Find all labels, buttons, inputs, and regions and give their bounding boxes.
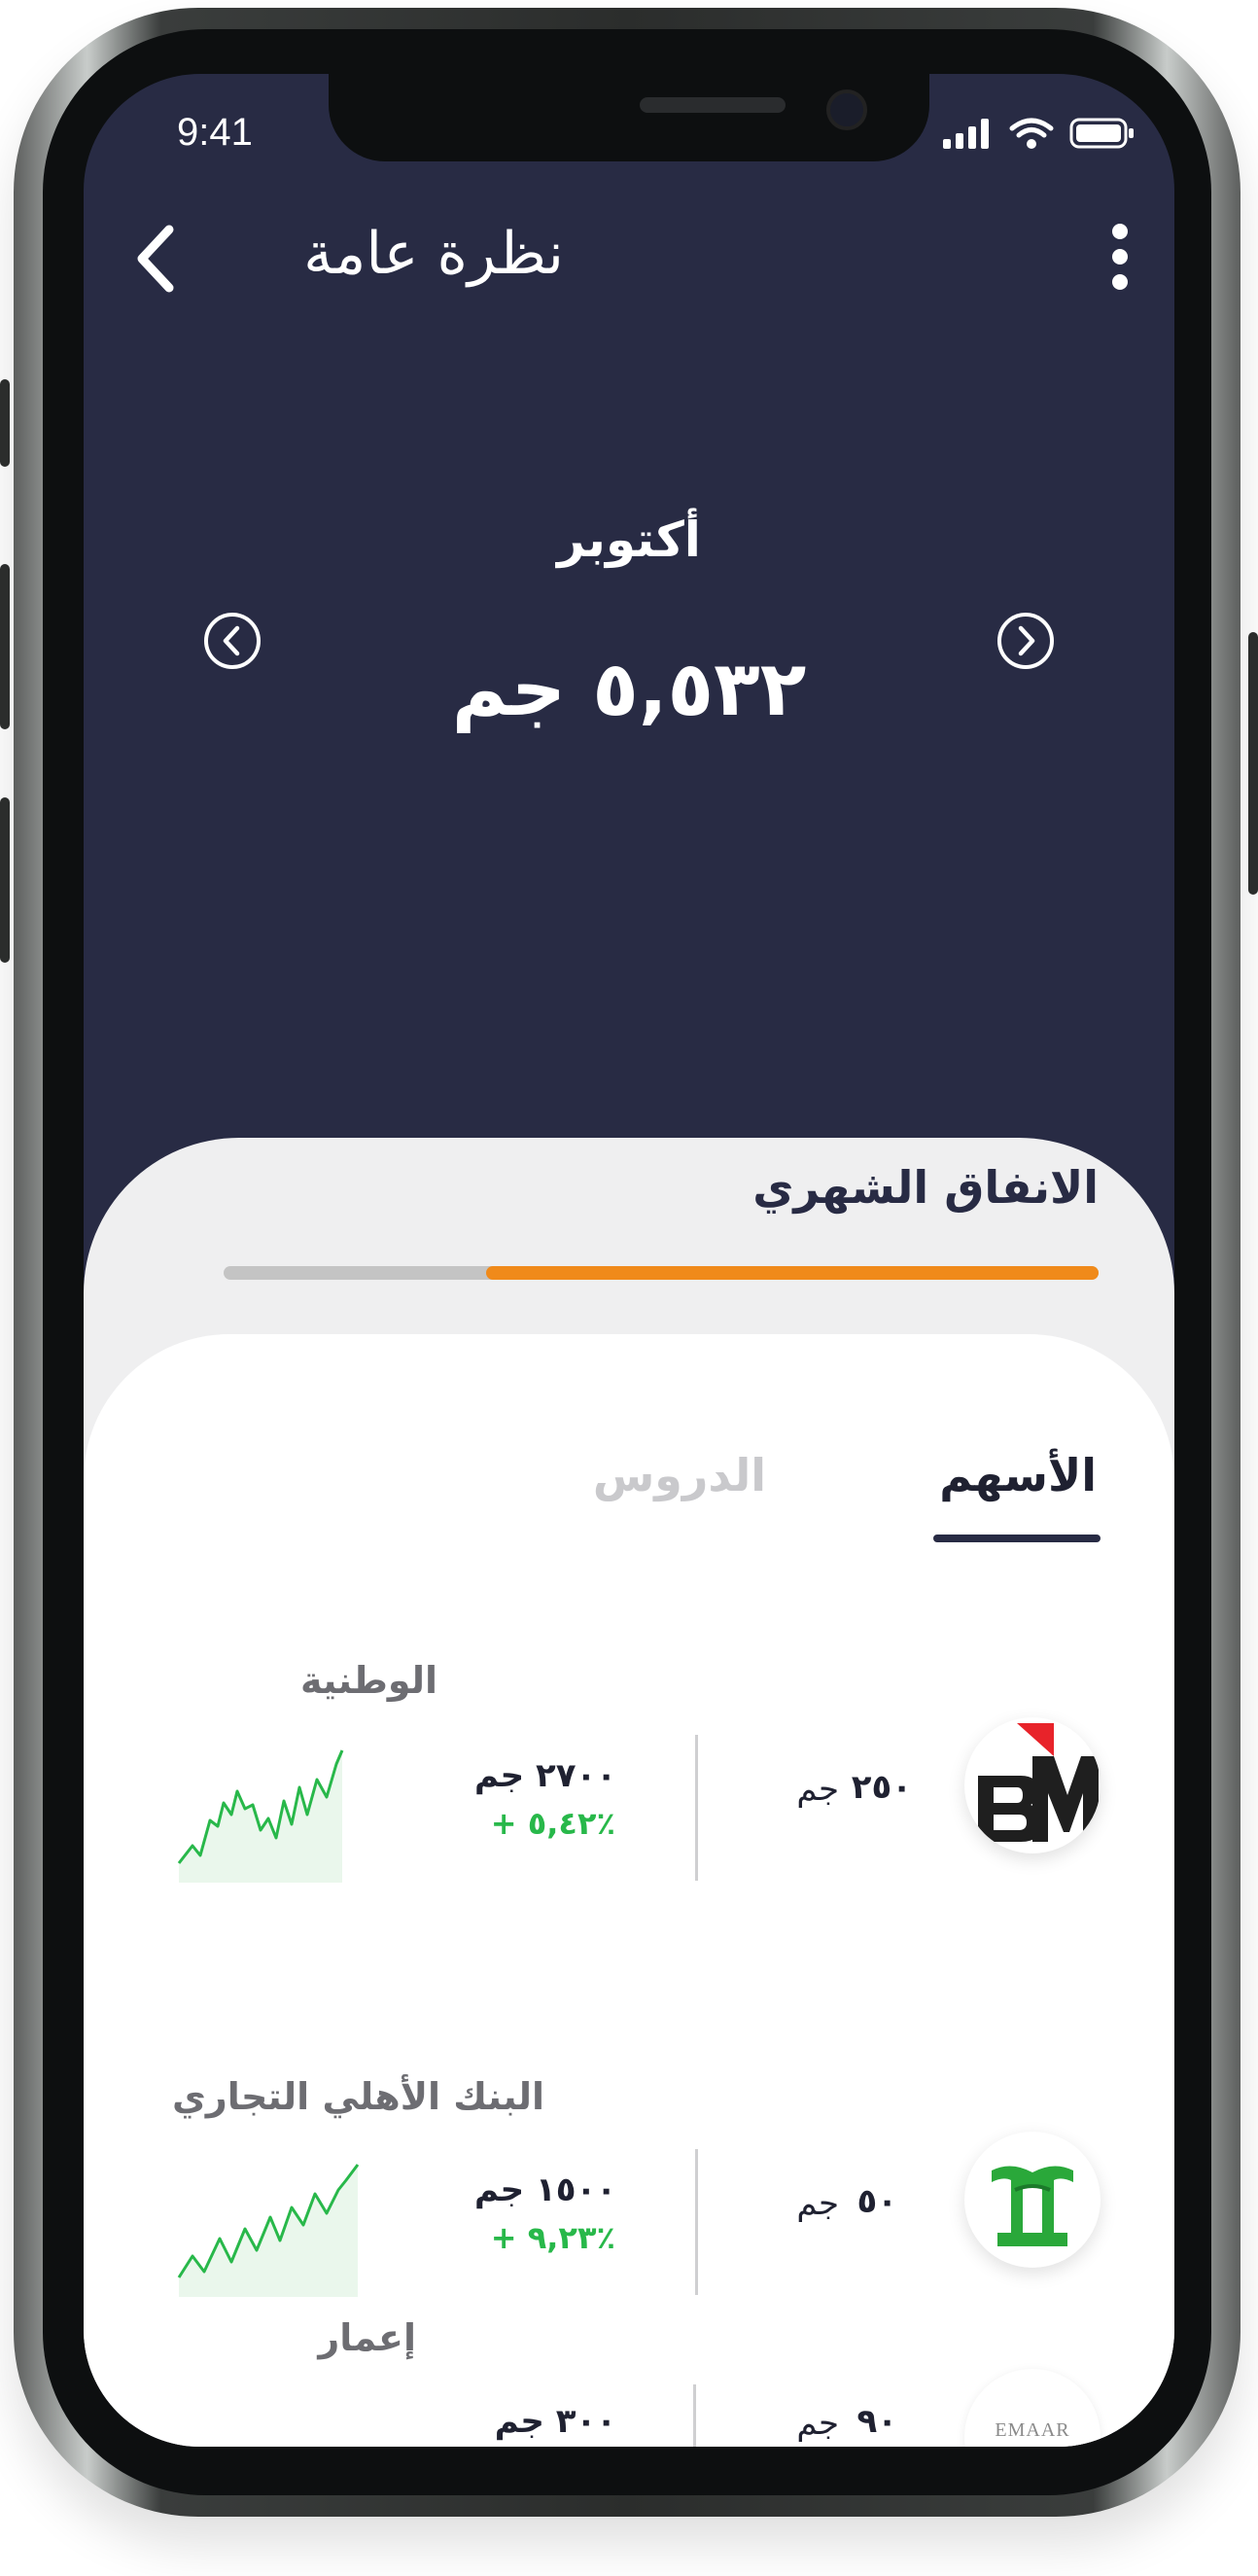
spending-progress-bar (224, 1266, 1099, 1280)
back-arrow-icon (137, 225, 174, 293)
stock-name: البنك الأهلي التجاري (172, 2075, 544, 2118)
active-tab-indicator (933, 1535, 1101, 1542)
owned-amount: ٩٠ (856, 2402, 897, 2441)
stock-row[interactable]: ٥٠ جم البنك الأهلي التجاري ١٥٠٠ جم + ٩,٢… (84, 2064, 1174, 2316)
stock-row[interactable]: ٢٥٠ جم الوطنية ٢٧٠٠ جم + ٥,٤٢٪ (84, 1649, 1174, 1902)
app-screen: 9:41 نظرة عامة أكتوبر ٥,٥٣٢ جم الانفاق ا… (84, 74, 1174, 2447)
front-camera (826, 89, 867, 130)
owned-unit: جم (796, 2404, 839, 2443)
row-divider (693, 2384, 696, 2447)
emaar-logo-text: EMAAR (995, 2419, 1070, 2441)
page-title: نظرة عامة (303, 220, 564, 288)
more-button[interactable] (1101, 220, 1139, 298)
stock-name: الوطنية (300, 1659, 437, 1702)
power-button (1248, 632, 1258, 895)
stock-price: ٢٧٠٠ جم (473, 1756, 616, 1795)
notch (329, 74, 929, 161)
sparkline-chart (177, 2164, 360, 2297)
volume-down-button (0, 797, 10, 963)
status-icons (943, 117, 1136, 150)
owned-unit: جم (796, 2184, 839, 2223)
stock-price: ٣٠٠ جم (494, 2402, 616, 2441)
spending-title: الانفاق الشهري (752, 1161, 1099, 1214)
volume-up-button (0, 564, 10, 729)
battery-icon (1069, 118, 1134, 149)
sparkline-chart (177, 1749, 344, 1883)
bm-logo (964, 1717, 1101, 1853)
status-time: 9:41 (177, 111, 253, 154)
tab-stocks[interactable]: الأسهم (939, 1449, 1097, 1501)
row-divider (695, 1735, 698, 1881)
chevron-right-circle-icon (997, 613, 1054, 669)
stock-name: إعمار (318, 2316, 416, 2359)
stock-change: + ٥,٤٢٪ (490, 1805, 615, 1842)
stock-change: + ٩,٢٣٪ (490, 2219, 615, 2256)
ncb-logo (964, 2132, 1101, 2268)
back-button[interactable] (124, 220, 192, 298)
stock-row[interactable]: إعمار ٣٠٠ جم ٩٠ جم EMAAR (84, 2316, 1174, 2447)
speaker (640, 97, 786, 113)
spending-progress-fill (486, 1266, 1099, 1280)
row-divider (695, 2149, 698, 2295)
selected-month: أكتوبر (557, 512, 701, 568)
wifi-icon (1009, 118, 1054, 149)
silent-switch (0, 379, 10, 467)
signal-icon (943, 119, 989, 149)
stock-price: ١٥٠٠ جم (473, 2170, 616, 2209)
next-month-button[interactable] (996, 611, 1056, 671)
more-vertical-icon (1112, 224, 1128, 290)
tab-lessons[interactable]: الدروس (593, 1449, 766, 1501)
owned-amount: ٥٠ (856, 2182, 897, 2221)
owned-unit: جم (796, 1770, 839, 1809)
emaar-logo: EMAAR (964, 2369, 1101, 2447)
owned-amount: ٢٥٠ (851, 1768, 912, 1807)
